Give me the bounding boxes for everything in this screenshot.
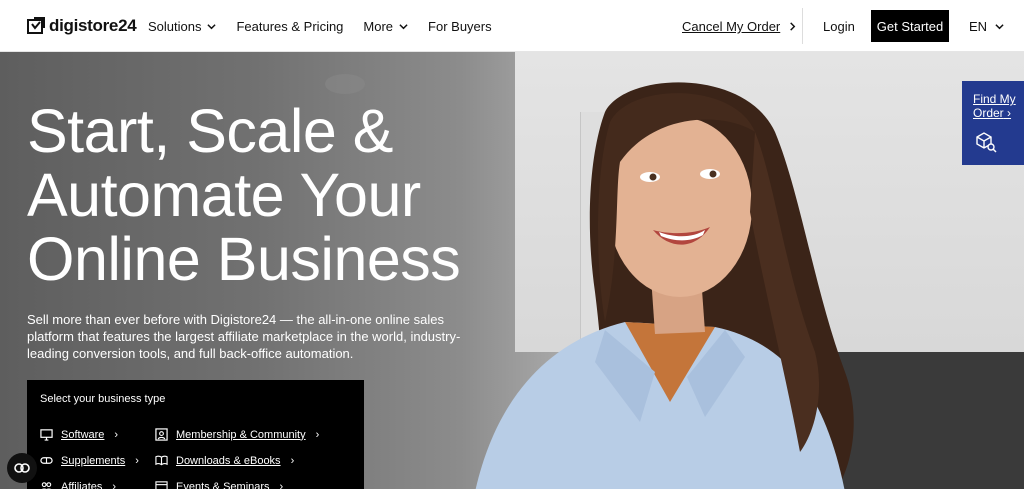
find-my-order-line-1: Find My (973, 92, 1016, 106)
hero-section: Start, Scale & Automate Your Online Busi… (0, 52, 1024, 489)
nav-solutions[interactable]: Solutions (148, 18, 217, 34)
chevron-right-icon: › (135, 454, 139, 467)
language-label: EN (969, 19, 988, 34)
hero-subtitle: Sell more than ever before with Digistor… (27, 312, 461, 361)
background-lamp (325, 74, 365, 94)
business-type-events-label: Events & Seminars (176, 480, 270, 489)
chevron-right-icon: › (114, 428, 119, 441)
language-selector[interactable]: EN (969, 19, 1004, 34)
logo-icon (27, 17, 45, 34)
nav-for-buyers[interactable]: For Buyers (428, 19, 492, 34)
business-type-events[interactable]: Events & Seminars › (155, 480, 283, 489)
hero-title-line-3: Online Business (27, 225, 461, 293)
find-my-order-line-2: Order (973, 106, 1004, 120)
login-link[interactable]: Login (823, 19, 855, 34)
capsule-icon (40, 457, 53, 464)
cookie-consent-button[interactable] (7, 453, 37, 483)
business-type-software[interactable]: Software › (40, 428, 118, 441)
people-icon (41, 482, 52, 489)
calendar-icon (155, 481, 168, 489)
package-search-icon (976, 132, 997, 153)
business-type-panel: Select your business type Software › Mem… (27, 380, 364, 489)
chevron-right-icon (790, 22, 796, 31)
cancel-order-link[interactable]: Cancel My Order (682, 19, 797, 34)
brand-name: digistore24 (49, 16, 137, 35)
business-type-supplements[interactable]: Supplements › (40, 454, 139, 467)
business-type-supplements-label: Supplements (61, 454, 126, 467)
get-started-button[interactable]: Get Started (871, 10, 949, 42)
chevron-down-icon (995, 24, 1004, 30)
find-my-order-label: Find My Order › (973, 92, 1016, 120)
hero-title-line-2: Automate Your (27, 161, 421, 229)
hero-title-line-1: Start, Scale & (27, 97, 393, 165)
chevron-down-icon (399, 23, 408, 29)
nav-solutions-label: Solutions (148, 18, 202, 34)
chevron-right-icon: › (290, 454, 295, 467)
cancel-order-label: Cancel My Order (682, 19, 781, 34)
business-type-affiliates[interactable]: Affiliates › (40, 480, 116, 489)
book-icon (155, 455, 168, 466)
monitor-icon (40, 429, 53, 441)
business-type-title: Select your business type (40, 393, 166, 405)
nav-features-pricing[interactable]: Features & Pricing (236, 19, 343, 34)
nav-more[interactable]: More (363, 19, 408, 34)
member-icon (155, 428, 168, 441)
nav-features-pricing-label: Features & Pricing (236, 18, 344, 34)
main-nav: Solutions Features & Pricing More For Bu… (148, 0, 512, 52)
business-type-downloads[interactable]: Downloads & eBooks › (155, 454, 294, 467)
brand-logo[interactable]: digistore24 (27, 16, 137, 36)
cookie-settings-icon (14, 463, 30, 473)
nav-more-label: More (363, 18, 394, 34)
find-my-order-widget[interactable]: Find My Order › (962, 81, 1024, 165)
chevron-right-icon: › (315, 428, 320, 441)
business-type-membership-label: Membership & Community (176, 428, 306, 441)
business-type-downloads-label: Downloads & eBooks (176, 454, 281, 467)
hero-title: Start, Scale & Automate Your Online Busi… (27, 99, 547, 291)
chevron-down-icon (207, 23, 217, 29)
business-type-membership[interactable]: Membership & Community › (155, 428, 319, 441)
chevron-right-icon: › (279, 480, 284, 489)
header-divider (802, 8, 803, 44)
site-header: digistore24 Solutions Features & Pricing… (0, 0, 1024, 52)
nav-for-buyers-label: For Buyers (428, 18, 492, 34)
business-type-software-label: Software (61, 428, 105, 441)
business-type-affiliates-label: Affiliates (61, 480, 103, 489)
chevron-right-icon: › (112, 480, 117, 489)
